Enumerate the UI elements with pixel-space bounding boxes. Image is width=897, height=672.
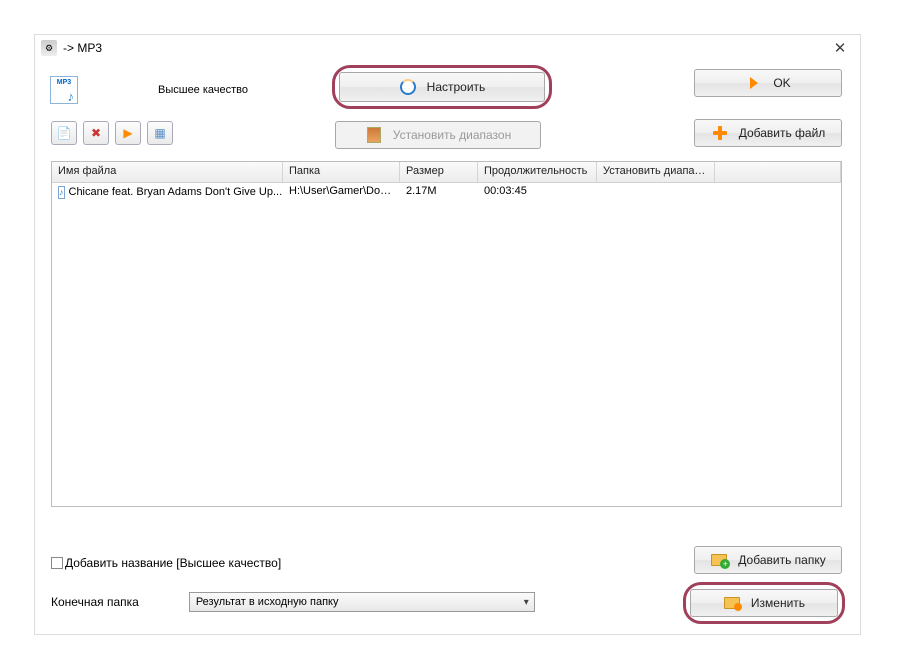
film-icon xyxy=(365,126,383,144)
cell-spare xyxy=(715,183,841,201)
window-title: -> MP3 xyxy=(63,41,102,55)
cell-size: 2.17M xyxy=(400,183,478,201)
destination-row: Конечная папка Результат в исходную папк… xyxy=(51,592,535,612)
folder-plus-icon xyxy=(710,551,728,569)
set-range-label: Установить диапазон xyxy=(393,128,511,142)
play-icon: ▶ xyxy=(123,126,132,140)
plus-icon xyxy=(711,124,729,142)
add-name-checkbox[interactable] xyxy=(51,557,63,569)
change-button[interactable]: Изменить xyxy=(690,589,838,617)
col-size[interactable]: Размер xyxy=(400,162,478,182)
add-name-row: Добавить название [Высшее качество] xyxy=(51,556,281,570)
info-icon: ▦ xyxy=(154,126,165,140)
add-file-label: Добавить файл xyxy=(739,126,826,140)
destination-value: Результат в исходную папку xyxy=(196,596,339,608)
col-range[interactable]: Установить диапаз... xyxy=(597,162,715,182)
configure-highlight: Настроить xyxy=(332,65,552,109)
info-button[interactable]: ▦ xyxy=(147,121,173,145)
music-file-icon: ♪ xyxy=(58,186,65,199)
table-header: Имя файла Папка Размер Продолжительность… xyxy=(52,162,841,183)
col-filename[interactable]: Имя файла xyxy=(52,162,283,182)
configure-label: Настроить xyxy=(427,80,486,94)
file-x-icon: ✖ xyxy=(91,126,101,140)
file-table: Имя файла Папка Размер Продолжительность… xyxy=(51,161,842,507)
cell-duration: 00:03:45 xyxy=(478,183,597,201)
small-toolbar: 📄 ✖ ▶ ▦ xyxy=(51,121,173,145)
add-folder-label: Добавить папку xyxy=(738,553,825,567)
col-folder[interactable]: Папка xyxy=(283,162,400,182)
cell-folder: H:\User\Gamer\Doc... xyxy=(283,183,400,201)
file-minus-icon: 📄 xyxy=(57,126,72,140)
cell-filename: ♪ Chicane feat. Bryan Adams Don't Give U… xyxy=(52,183,283,201)
table-row[interactable]: ♪ Chicane feat. Bryan Adams Don't Give U… xyxy=(52,183,841,201)
title-bar: ⚙ -> MP3 ✕ xyxy=(35,35,860,61)
change-label: Изменить xyxy=(751,596,805,610)
add-file-button[interactable]: Добавить файл xyxy=(694,119,842,147)
dialog-window: ⚙ -> MP3 ✕ MP3 Высшее качество Настроить… xyxy=(34,34,861,635)
col-spare[interactable] xyxy=(715,162,841,182)
set-range-button[interactable]: Установить диапазон xyxy=(335,121,541,149)
add-name-label: Добавить название [Высшее качество] xyxy=(65,556,281,570)
app-icon: ⚙ xyxy=(41,40,57,56)
cell-range xyxy=(597,183,715,201)
remove-all-button[interactable]: ✖ xyxy=(83,121,109,145)
arrow-right-icon xyxy=(745,74,763,92)
swirl-icon xyxy=(399,78,417,96)
ok-button[interactable]: OK xyxy=(694,69,842,97)
change-highlight: Изменить xyxy=(683,582,845,624)
mp3-format-icon: MP3 xyxy=(50,76,78,104)
col-duration[interactable]: Продолжительность xyxy=(478,162,597,182)
quality-label: Высшее качество xyxy=(158,84,248,96)
folder-orange-icon xyxy=(723,594,741,612)
destination-combo[interactable]: Результат в исходную папку xyxy=(189,592,535,612)
ok-label: OK xyxy=(773,76,790,90)
add-folder-button[interactable]: Добавить папку xyxy=(694,546,842,574)
play-button[interactable]: ▶ xyxy=(115,121,141,145)
remove-file-button[interactable]: 📄 xyxy=(51,121,77,145)
destination-label: Конечная папка xyxy=(51,595,139,609)
configure-button[interactable]: Настроить xyxy=(339,72,545,102)
close-button[interactable]: ✕ xyxy=(826,37,854,59)
